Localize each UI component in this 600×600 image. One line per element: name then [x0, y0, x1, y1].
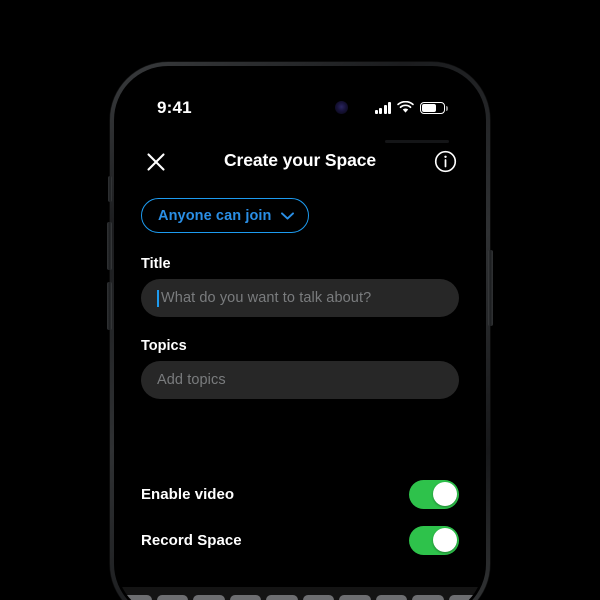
onscreen-keyboard: q w e r t y u i o p [117, 587, 483, 600]
keyboard-row-top: q w e r t y u i o p [120, 595, 480, 600]
key-w[interactable]: w [156, 595, 188, 600]
info-icon[interactable] [434, 150, 457, 173]
key-p[interactable]: p [448, 595, 480, 600]
page-title: Create your Space [224, 150, 376, 170]
topics-input-placeholder: Add topics [157, 372, 226, 388]
front-camera-icon [335, 101, 348, 114]
topics-input[interactable]: Add topics [141, 361, 459, 399]
key-i[interactable]: i [375, 595, 407, 600]
record-space-toggle[interactable] [409, 525, 459, 555]
record-space-label: Record Space [141, 531, 242, 549]
text-caret [157, 289, 159, 307]
enable-video-row: Enable video [141, 479, 459, 509]
key-e[interactable]: e [193, 595, 225, 600]
power-button[interactable] [488, 250, 493, 326]
key-r[interactable]: r [229, 595, 261, 600]
status-bar: 9:41 [117, 95, 483, 125]
key-y[interactable]: y [302, 595, 334, 600]
key-u[interactable]: u [339, 595, 371, 600]
key-t[interactable]: t [266, 595, 298, 600]
status-icons [374, 100, 448, 114]
audience-dropdown-label: Anyone can join [158, 207, 272, 224]
wifi-icon [397, 101, 414, 113]
topics-field-label: Topics [141, 338, 187, 354]
title-input[interactable]: What do you want to talk about? [141, 279, 459, 317]
phone-screen: 9:41 Create your Space Anyone can join T… [117, 69, 483, 600]
key-o[interactable]: o [412, 595, 444, 600]
silent-switch[interactable] [108, 176, 112, 202]
screenshot-root: 9:41 Create your Space Anyone can join T… [0, 0, 600, 600]
signal-bars-icon [374, 102, 391, 114]
toggle-knob [432, 482, 457, 506]
record-space-row: Record Space [141, 525, 459, 555]
nav-bar: Create your Space [117, 141, 483, 185]
status-time: 9:41 [157, 98, 192, 117]
enable-video-toggle[interactable] [409, 479, 459, 509]
battery-icon [420, 101, 448, 114]
enable-video-label: Enable video [141, 485, 235, 503]
title-input-placeholder: What do you want to talk about? [161, 290, 372, 306]
volume-up-button[interactable] [107, 222, 112, 270]
toggle-knob [432, 528, 457, 552]
volume-down-button[interactable] [107, 282, 112, 330]
title-field-label: Title [141, 256, 171, 272]
audience-dropdown[interactable]: Anyone can join [141, 198, 309, 233]
key-q[interactable]: q [120, 595, 152, 600]
chevron-down-icon [280, 211, 294, 220]
